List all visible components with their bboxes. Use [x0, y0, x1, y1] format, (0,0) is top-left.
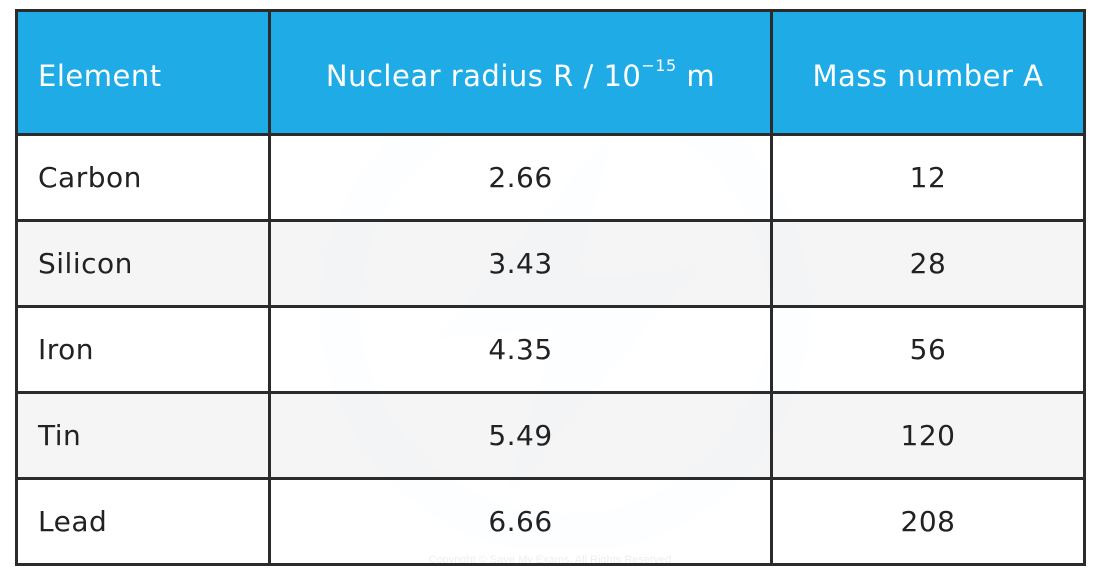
header-radius-exponent: −15 — [641, 56, 677, 76]
header-radius-label: Nuclear radius R / 10 — [325, 59, 642, 93]
cell-element: Iron — [15, 305, 271, 394]
header-element: Element — [15, 9, 271, 136]
cell-mass: 28 — [770, 219, 1086, 308]
cell-radius: 4.35 — [268, 305, 773, 394]
cell-mass: 56 — [770, 305, 1086, 394]
cell-mass: 120 — [770, 391, 1086, 480]
cell-mass: 12 — [770, 133, 1086, 222]
cell-radius: 6.66 — [268, 477, 773, 566]
table-row: Iron 4.35 56 — [15, 305, 1086, 394]
header-radius-unit: m — [676, 59, 716, 93]
nuclear-radius-table: Element Nuclear radius R / 10−15 m Mass … — [15, 9, 1086, 566]
header-nuclear-radius: Nuclear radius R / 10−15 m — [268, 9, 773, 136]
table-row: Lead 6.66 208 — [15, 477, 1086, 566]
cell-element: Carbon — [15, 133, 271, 222]
table-row: Silicon 3.43 28 — [15, 219, 1086, 308]
cell-element: Lead — [15, 477, 271, 566]
header-mass-number: Mass number A — [770, 9, 1086, 136]
header-row: Element Nuclear radius R / 10−15 m Mass … — [15, 9, 1086, 136]
cell-mass: 208 — [770, 477, 1086, 566]
table-container: Element Nuclear radius R / 10−15 m Mass … — [15, 9, 1086, 566]
cell-radius: 2.66 — [268, 133, 773, 222]
cell-radius: 3.43 — [268, 219, 773, 308]
table-row: Carbon 2.66 12 — [15, 133, 1086, 222]
cell-element: Tin — [15, 391, 271, 480]
table-row: Tin 5.49 120 — [15, 391, 1086, 480]
cell-element: Silicon — [15, 219, 271, 308]
cell-radius: 5.49 — [268, 391, 773, 480]
